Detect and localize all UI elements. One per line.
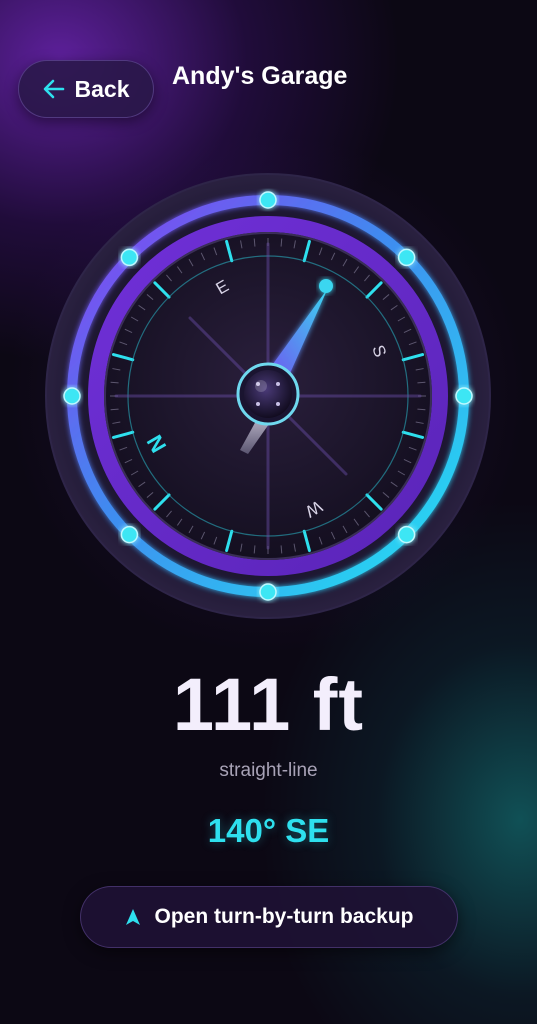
ring-bead	[397, 525, 416, 544]
needle-tip	[319, 279, 333, 293]
hub-dot-sw	[256, 402, 260, 406]
minor-tick	[110, 408, 119, 411]
ring-bead	[120, 248, 139, 267]
minor-tick	[110, 381, 119, 384]
hub-dot-se	[276, 402, 280, 406]
hub-dot-ne	[276, 382, 280, 386]
needle-hub	[244, 370, 292, 418]
heading-readout: 140° SE	[207, 812, 330, 849]
ring-bead	[397, 248, 416, 267]
ring-bead	[455, 387, 473, 405]
arrow-left-icon	[43, 79, 64, 99]
ring-bead	[259, 583, 277, 601]
minor-tick	[417, 381, 426, 384]
distance-readout: 111 ft	[172, 663, 365, 746]
turn-by-turn-button[interactable]: Open turn-by-turn backup	[80, 886, 458, 948]
turn-by-turn-label: Open turn-by-turn backup	[154, 905, 414, 928]
hub-highlight	[255, 380, 267, 392]
ring-bead	[120, 525, 139, 544]
minor-tick	[280, 238, 283, 247]
minor-tick	[253, 545, 256, 554]
minor-tick	[280, 545, 283, 554]
page-title: Andy's Garage	[172, 62, 348, 90]
navigation-arrow-icon	[125, 909, 140, 925]
back-button[interactable]: Back	[18, 60, 154, 118]
compass-dial: E S W N	[45, 173, 491, 619]
back-label: Back	[74, 75, 130, 102]
minor-tick	[417, 408, 426, 411]
minor-tick	[253, 238, 256, 247]
ring-bead	[63, 387, 81, 405]
ring-bead	[259, 191, 277, 209]
distance-caption: straight-line	[219, 760, 318, 781]
